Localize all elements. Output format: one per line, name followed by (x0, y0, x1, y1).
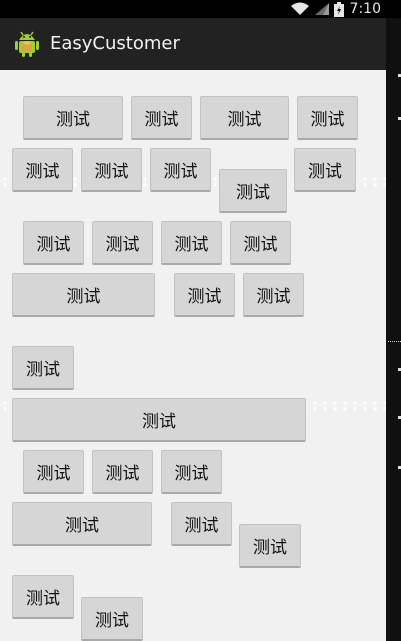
test-button[interactable]: 测试 (23, 221, 84, 265)
android-robot-icon (15, 31, 39, 57)
test-button[interactable]: 测试 (12, 273, 155, 317)
app-title: EasyCustomer (50, 33, 180, 54)
test-button[interactable]: 测试 (12, 398, 306, 442)
test-button[interactable]: 测试 (92, 450, 153, 494)
test-button[interactable]: 测试 (161, 450, 222, 494)
test-button[interactable]: 测试 (171, 502, 232, 546)
test-button[interactable]: 测试 (219, 169, 287, 213)
test-button[interactable]: 测试 (92, 221, 153, 265)
right-edge (386, 18, 401, 641)
test-button[interactable]: 测试 (243, 273, 304, 317)
test-button[interactable]: 测试 (174, 273, 235, 317)
test-button[interactable]: 测试 (131, 96, 192, 140)
test-button[interactable]: 测试 (81, 148, 142, 192)
test-button[interactable]: 测试 (200, 96, 289, 140)
test-button[interactable]: 测试 (239, 524, 301, 568)
edge-divider (388, 341, 401, 342)
action-bar: EasyCustomer (0, 18, 386, 70)
test-button[interactable]: 测试 (161, 221, 222, 265)
status-bar: 7:10 (0, 0, 401, 18)
status-icons: 7:10 (290, 0, 381, 18)
test-button[interactable]: 测试 (23, 96, 123, 140)
wifi-icon (290, 2, 309, 15)
test-button[interactable]: 测试 (297, 96, 358, 140)
battery-icon (333, 1, 344, 17)
test-button[interactable]: 测试 (23, 450, 84, 494)
test-button[interactable]: 测试 (12, 346, 74, 390)
test-button[interactable]: 测试 (294, 148, 356, 192)
test-button[interactable]: 测试 (12, 575, 74, 619)
content-area: 测试 测试 测试 测试 测试 测试 测试 测试 测试 测试 测试 测试 测试 测… (0, 70, 386, 641)
test-button[interactable]: 测试 (81, 597, 143, 641)
signal-icon (314, 3, 329, 15)
test-button[interactable]: 测试 (230, 221, 291, 265)
status-time: 7:10 (349, 1, 381, 17)
test-button[interactable]: 测试 (150, 148, 211, 192)
test-button[interactable]: 测试 (12, 502, 152, 546)
test-button[interactable]: 测试 (12, 148, 73, 192)
